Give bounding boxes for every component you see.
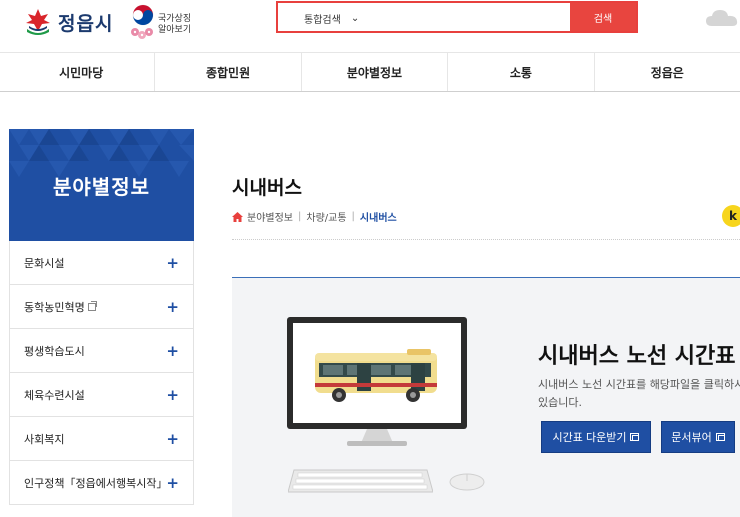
- sidebar-title-box: 분야별정보: [9, 129, 194, 241]
- sidebar-title: 분야별정보: [53, 174, 150, 199]
- symbol-label-line1: 국가상징: [158, 14, 192, 24]
- site-header: 정읍시 국가상징 알아보기 통합검색 ⌄ 검색: [0, 0, 740, 52]
- site-logo[interactable]: 정읍시: [24, 4, 113, 40]
- sidebar-item-label: 체육수련시설: [24, 388, 85, 402]
- sidebar-item-lifelong-learning[interactable]: 평생학습도시 +: [9, 329, 194, 373]
- sidebar-item-population-policy[interactable]: 인구정책「정읍에서행복시작」 +: [9, 461, 194, 505]
- keyboard-icon: [288, 469, 433, 493]
- sidebar-item-label: 사회복지: [24, 432, 65, 446]
- gnb-item-citizen[interactable]: 시민마당: [8, 53, 154, 91]
- banner-description: 시내버스 노선 시간표를 해당파일을 클릭하시 있습니다.: [538, 376, 740, 412]
- gnb-item-civil-service[interactable]: 종합민원: [154, 53, 300, 91]
- plus-icon: +: [166, 253, 179, 272]
- banner-description-line2: 있습니다.: [538, 396, 582, 409]
- sidebar-item-donghak[interactable]: 동학농민혁명 +: [9, 285, 194, 329]
- mouse-icon: [449, 473, 485, 491]
- breadcrumb-current: 시내버스: [359, 213, 397, 224]
- sidebar-menu: 문화시설 + 동학농민혁명 + 평생학습도시 + 체육수련시설 + 사회복지 +…: [9, 241, 194, 505]
- search-input[interactable]: [388, 7, 568, 27]
- breadcrumb-separator: |: [298, 211, 302, 222]
- download-timetable-button[interactable]: 시간표 다운받기: [541, 421, 651, 453]
- k-badge[interactable]: k: [722, 205, 740, 227]
- search-category-value: 통합검색: [304, 15, 341, 26]
- national-symbol-link[interactable]: 국가상징 알아보기: [128, 2, 198, 42]
- taegukgi-icon: [131, 4, 154, 39]
- sidebar-item-label: 동학농민혁명: [24, 300, 85, 314]
- search-box: 통합검색 ⌄ 검색: [276, 1, 638, 33]
- breadcrumb-item[interactable]: 차량/교통: [306, 209, 346, 224]
- new-window-icon: [715, 433, 725, 441]
- search-button[interactable]: 검색: [570, 3, 636, 31]
- sidebar-item-label: 인구정책「정읍에서행복시작」: [24, 476, 168, 490]
- plus-icon: +: [166, 429, 179, 448]
- plus-icon: +: [166, 297, 179, 316]
- sidebar-item-label: 평생학습도시: [24, 344, 85, 358]
- home-icon[interactable]: [232, 211, 243, 222]
- sidebar-item-label: 문화시설: [24, 256, 65, 270]
- breadcrumb-separator: |: [351, 211, 355, 222]
- plus-icon: +: [166, 473, 179, 492]
- divider: [232, 239, 740, 240]
- city-emblem-icon: [26, 9, 50, 35]
- cloud-icon[interactable]: [704, 6, 740, 28]
- sidebar-item-sports[interactable]: 체육수련시설 +: [9, 373, 194, 417]
- new-window-icon: [630, 433, 640, 441]
- plus-icon: +: [166, 341, 179, 360]
- gnb-item-about[interactable]: 정읍은: [593, 53, 740, 91]
- breadcrumb: 분야별정보 | 차량/교통 | 시내버스: [232, 209, 397, 224]
- plus-icon: +: [166, 385, 179, 404]
- banner-description-line1: 시내버스 노선 시간표를 해당파일을 클릭하시: [538, 378, 740, 391]
- gnb-item-field-info[interactable]: 분야별정보: [300, 53, 447, 91]
- sidebar-item-welfare[interactable]: 사회복지 +: [9, 417, 194, 461]
- viewer-button-label: 문서뷰어: [671, 432, 712, 444]
- external-link-icon: [87, 300, 97, 311]
- sidebar-item-culture[interactable]: 문화시설 +: [9, 241, 194, 285]
- download-button-label: 시간표 다운받기: [552, 432, 627, 444]
- search-category-select[interactable]: 통합검색 ⌄: [304, 11, 359, 26]
- breadcrumb-item[interactable]: 분야별정보: [247, 209, 293, 224]
- monitor-bus-illustration: [287, 317, 467, 446]
- logo-text: 정읍시: [58, 12, 114, 35]
- gnb-item-communication[interactable]: 소통: [447, 53, 593, 91]
- symbol-label-line2: 알아보기: [158, 25, 192, 35]
- page-title: 시내버스: [232, 177, 302, 199]
- symbol-label: 국가상징 알아보기: [158, 14, 191, 36]
- banner-title: 시내버스 노선 시간표: [538, 344, 736, 369]
- document-viewer-button[interactable]: 문서뷰어: [661, 421, 735, 453]
- main-navigation: 시민마당 종합민원 분야별정보 소통 정읍은: [0, 52, 740, 92]
- chevron-down-icon: ⌄: [350, 13, 360, 24]
